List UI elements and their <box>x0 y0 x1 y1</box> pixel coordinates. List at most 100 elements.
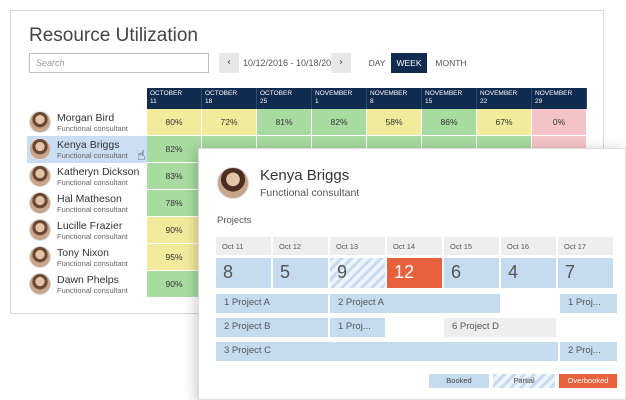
utilization-cell[interactable]: 72% <box>202 109 257 136</box>
day-column: Oct 16 4 <box>501 237 558 288</box>
week-header: NOVEMBER 8 <box>367 88 422 109</box>
utilization-cell[interactable]: 78% <box>147 190 202 217</box>
project-bar[interactable]: 6 Project D <box>444 318 556 337</box>
legend-booked: Booked <box>429 374 489 388</box>
avatar <box>29 192 51 214</box>
utilization-row: 80% 72% 81% 82% 58% 86% 67% 0% <box>147 109 587 136</box>
person-role: Functional consultant <box>57 259 128 268</box>
week-month-label: NOVEMBER <box>425 90 463 97</box>
avatar <box>29 246 51 268</box>
project-bar[interactable]: 2 Proj... <box>560 342 617 361</box>
detail-person-name: Kenya Briggs <box>260 167 350 184</box>
utilization-cell[interactable]: 58% <box>367 109 422 136</box>
project-bar[interactable]: 2 Project A <box>330 294 500 313</box>
week-day-label: 11 <box>150 98 157 105</box>
view-week-button[interactable]: WEEK <box>391 53 427 73</box>
avatar <box>29 111 51 133</box>
week-day-label: 15 <box>425 98 433 105</box>
avatar <box>29 273 51 295</box>
day-column: Oct 14 12 <box>387 237 444 288</box>
utilization-cell[interactable]: 95% <box>147 244 202 271</box>
person-role: Functional consultant <box>57 124 128 133</box>
project-bar[interactable]: 1 Proj... <box>330 318 385 337</box>
week-header: OCTOBER 11 <box>147 88 202 109</box>
person-row[interactable]: Hal Matheson Functional consultant <box>27 190 147 217</box>
day-column: Oct 15 6 <box>444 237 501 288</box>
person-row[interactable]: Dawn Phelps Functional consultant <box>27 271 147 298</box>
day-label: Oct 13 <box>330 237 385 255</box>
week-day-label: 1 <box>315 98 319 105</box>
day-label: Oct 11 <box>216 237 271 255</box>
week-header: OCTOBER 25 <box>257 88 312 109</box>
day-label: Oct 16 <box>501 237 556 255</box>
day-load-value[interactable]: 6 <box>444 258 499 288</box>
day-column: Oct 13 9 <box>330 237 387 288</box>
utilization-cell[interactable]: 80% <box>147 109 202 136</box>
day-load-value[interactable]: 9 <box>330 258 385 288</box>
person-name: Hal Matheson <box>57 193 122 205</box>
person-row[interactable]: Katheryn Dickson Functional consultant <box>27 163 147 190</box>
day-label: Oct 17 <box>558 237 613 255</box>
utilization-cell[interactable]: 81% <box>257 109 312 136</box>
day-load-value[interactable]: 8 <box>216 258 271 288</box>
utilization-cell[interactable]: 82% <box>312 109 367 136</box>
view-month-button[interactable]: MONTH <box>431 53 471 73</box>
person-name: Morgan Bird <box>57 112 115 124</box>
project-bar[interactable]: 1 Proj... <box>560 294 617 313</box>
utilization-cell[interactable]: 90% <box>147 217 202 244</box>
project-bar[interactable]: 3 Project C <box>216 342 558 361</box>
day-label: Oct 14 <box>387 237 442 255</box>
day-column: Oct 17 7 <box>558 237 615 288</box>
person-name: Dawn Phelps <box>57 274 119 286</box>
person-role: Functional consultant <box>57 178 128 187</box>
person-role: Functional consultant <box>57 151 128 160</box>
utilization-cell[interactable]: 86% <box>422 109 477 136</box>
person-name: Tony Nixon <box>57 247 109 259</box>
previous-period-button[interactable]: ‹ <box>219 53 239 73</box>
legend-overbooked: Overbooked <box>559 374 617 388</box>
week-month-label: OCTOBER <box>150 90 183 97</box>
week-day-label: 29 <box>535 98 543 105</box>
day-columns: Oct 11 8 Oct 12 5 Oct 13 9 Oct 14 12 Oct 15 6 Oct … <box>216 237 615 288</box>
person-detail-card: Kenya Briggs Functional consultant Proje… <box>198 148 626 400</box>
people-list: Morgan Bird Functional consultant Kenya Br… <box>27 109 147 298</box>
avatar <box>217 167 249 199</box>
project-bar[interactable]: 1 Project A <box>216 294 328 313</box>
hand-cursor-icon: ☝ <box>137 148 146 164</box>
person-role: Functional consultant <box>57 205 128 214</box>
person-row[interactable]: Morgan Bird Functional consultant <box>27 109 147 136</box>
person-name: Lucille Frazier <box>57 220 123 232</box>
week-day-label: 25 <box>260 98 268 105</box>
view-day-button[interactable]: DAY <box>363 53 391 73</box>
week-month-label: OCTOBER <box>205 90 238 97</box>
day-load-value[interactable]: 12 <box>387 258 442 288</box>
person-row[interactable]: Kenya Briggs Functional consultant <box>27 136 147 163</box>
search-input[interactable]: Search <box>29 53 209 73</box>
week-month-label: OCTOBER <box>260 90 293 97</box>
week-day-label: 18 <box>205 98 213 105</box>
utilization-cell[interactable]: 67% <box>477 109 532 136</box>
person-name: Kenya Briggs <box>57 139 120 151</box>
day-load-value[interactable]: 7 <box>558 258 613 288</box>
utilization-cell[interactable]: 90% <box>147 271 202 298</box>
week-month-label: NOVEMBER <box>535 90 573 97</box>
day-label: Oct 12 <box>273 237 328 255</box>
person-row[interactable]: Lucille Frazier Functional consultant <box>27 217 147 244</box>
day-column: Oct 11 8 <box>216 237 273 288</box>
utilization-cell[interactable]: 82% <box>147 136 202 163</box>
avatar <box>29 165 51 187</box>
week-month-label: NOVEMBER <box>480 90 518 97</box>
week-month-label: NOVEMBER <box>370 90 408 97</box>
project-bar[interactable]: 2 Project B <box>216 318 328 337</box>
legend-partial: Partial <box>493 374 555 388</box>
day-label: Oct 15 <box>444 237 499 255</box>
detail-person-role: Functional consultant <box>260 187 360 199</box>
person-row[interactable]: Tony Nixon Functional consultant <box>27 244 147 271</box>
next-period-button[interactable]: › <box>331 53 351 73</box>
day-load-value[interactable]: 5 <box>273 258 328 288</box>
utilization-cell[interactable]: 83% <box>147 163 202 190</box>
week-header: NOVEMBER 22 <box>477 88 532 109</box>
day-load-value[interactable]: 4 <box>501 258 556 288</box>
utilization-cell[interactable]: 0% <box>532 109 587 136</box>
projects-section-label: Projects <box>217 215 252 226</box>
